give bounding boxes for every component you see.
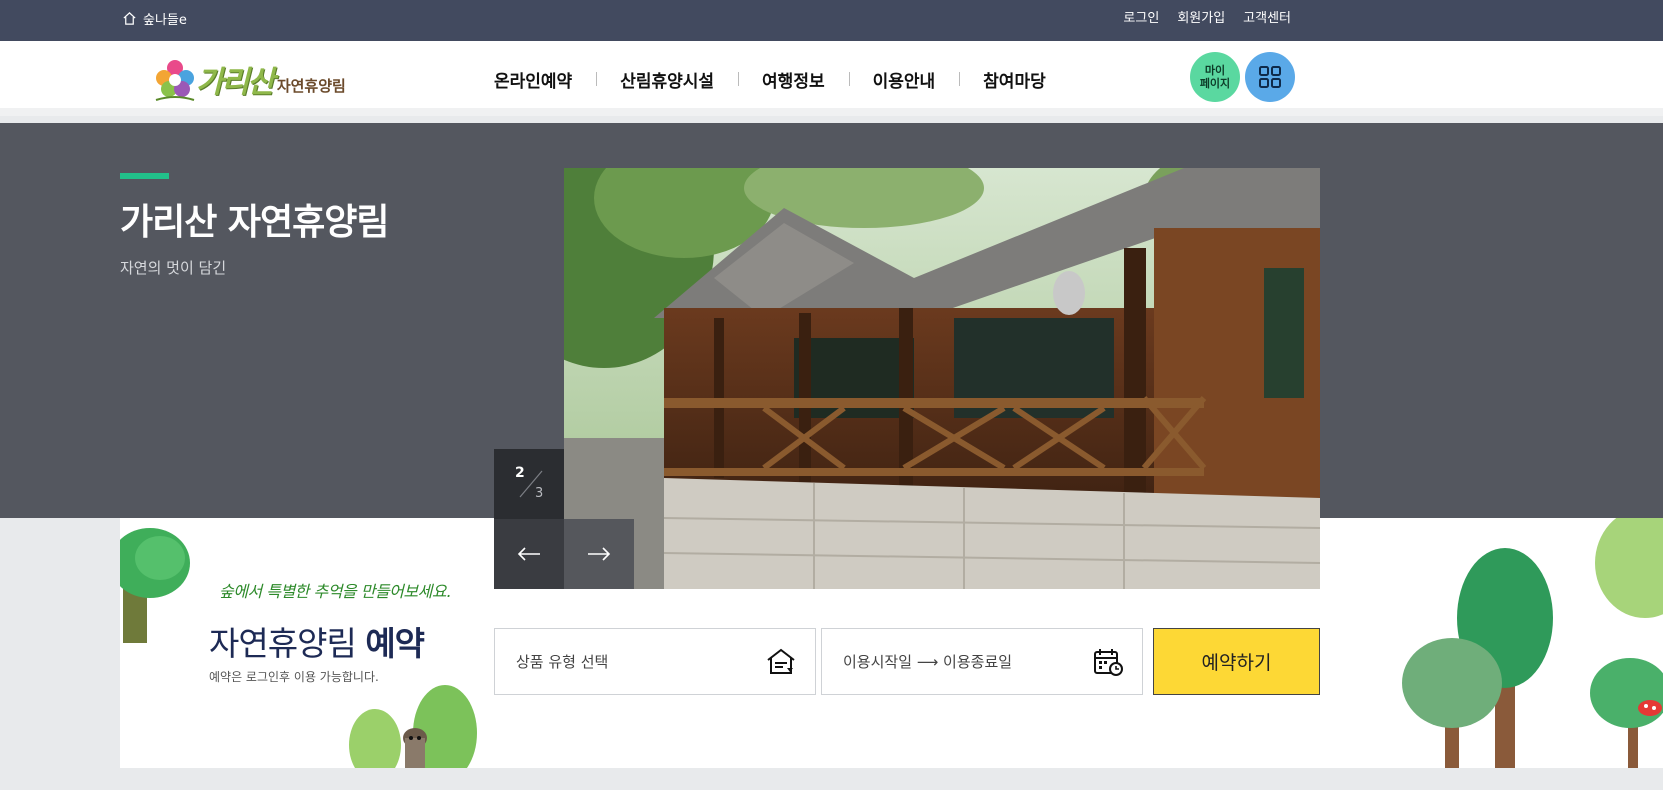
- booking-tagline: 숲에서 특별한 추억을 만들어보세요.: [219, 582, 451, 601]
- tree-illustration-left: [120, 528, 190, 643]
- booking-title-normal: 자연휴양림: [209, 624, 357, 663]
- home-label: 숲나들e: [143, 13, 187, 28]
- title-accent-bar: [120, 173, 169, 179]
- flower-logo-icon: [155, 59, 195, 101]
- booking-title: 자연휴양림 예약: [209, 617, 425, 665]
- nav-guide[interactable]: 이용안내: [848, 67, 960, 92]
- tree-raccoon-illustration: [349, 685, 477, 768]
- logo-text-main: 가리산: [196, 64, 275, 100]
- prev-slide-button[interactable]: [494, 519, 564, 589]
- home-link[interactable]: 숲나들e: [122, 9, 187, 28]
- booking-note: 예약은 로그인후 이용 가능합니다.: [209, 670, 379, 684]
- mypage-button[interactable]: 마이 페이지: [1190, 52, 1240, 102]
- grid-icon: [1259, 66, 1281, 88]
- login-link[interactable]: 로그인: [1123, 7, 1159, 26]
- site-header: 가리산 자연휴양림 온라인예약 산림휴양시설 여행정보 이용안내 참여마당 마이…: [0, 41, 1663, 116]
- mypage-label: 마이 페이지: [1199, 63, 1231, 90]
- cabin-photo: [564, 168, 1320, 589]
- slide-total: 3: [535, 486, 544, 501]
- support-link[interactable]: 고객센터: [1243, 7, 1291, 26]
- slide-counter: 2 3: [494, 449, 564, 519]
- nav-facilities[interactable]: 산림휴양시설: [596, 67, 738, 92]
- hero-subtitle: 자연의 멋이 담긴: [120, 259, 227, 277]
- product-type-placeholder: 상품 유형 선택: [516, 653, 609, 671]
- reserve-button[interactable]: 예약하기: [1153, 628, 1320, 695]
- nav-community[interactable]: 참여마당: [959, 67, 1070, 92]
- arrow-right-icon: [588, 547, 611, 561]
- nav-online-reservation[interactable]: 온라인예약: [470, 67, 596, 92]
- logo-text-sub: 자연휴양림: [276, 77, 346, 95]
- date-range-placeholder: 이용시작일 ⟶ 이용종료일: [843, 653, 1013, 671]
- main-navigation: 온라인예약 산림휴양시설 여행정보 이용안내 참여마당: [470, 67, 1070, 92]
- site-logo[interactable]: 가리산 자연휴양림: [150, 51, 385, 106]
- home-icon: [123, 12, 136, 25]
- product-type-select[interactable]: 상품 유형 선택: [494, 628, 816, 695]
- top-utility-bar: 숲나들e 로그인 회원가입 고객센터: [0, 0, 1663, 41]
- date-range-picker[interactable]: 이용시작일 ⟶ 이용종료일: [821, 628, 1143, 695]
- house-list-icon: [767, 648, 795, 674]
- all-menu-button[interactable]: [1245, 52, 1295, 102]
- next-slide-button[interactable]: [564, 519, 634, 589]
- nav-travel-info[interactable]: 여행정보: [738, 67, 849, 92]
- signup-link[interactable]: 회원가입: [1177, 7, 1225, 26]
- booking-title-bold: 예약: [365, 624, 425, 663]
- calendar-clock-icon: [1094, 648, 1123, 676]
- arrow-left-icon: [517, 547, 540, 561]
- utility-links: 로그인 회원가입 고객센터: [1123, 7, 1291, 26]
- hero-slide-image: [564, 168, 1320, 589]
- tree-illustration-right: [1402, 518, 1663, 768]
- hero-title: 가리산 자연휴양림: [120, 202, 389, 243]
